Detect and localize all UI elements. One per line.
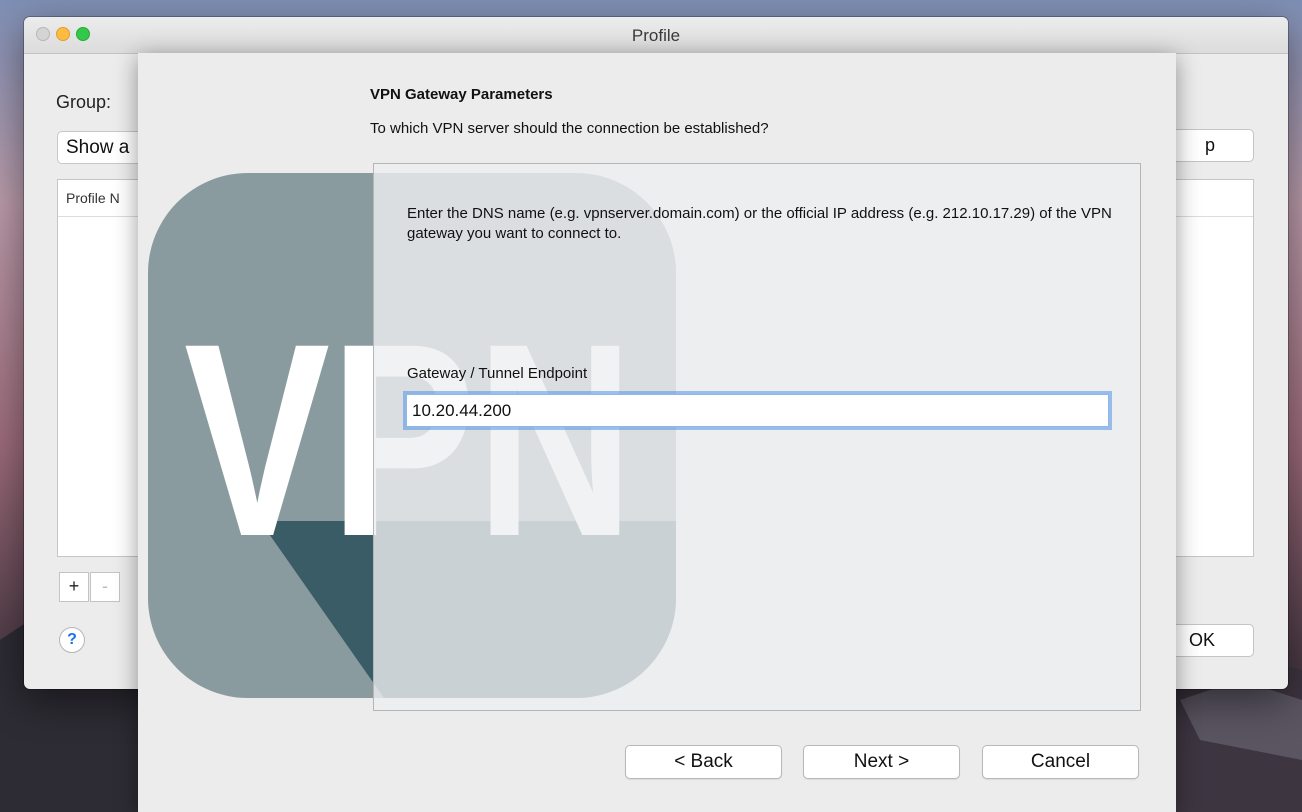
next-button[interactable]: Next > bbox=[803, 745, 960, 779]
ok-button[interactable]: OK bbox=[1172, 624, 1254, 657]
back-button[interactable]: < Back bbox=[625, 745, 782, 779]
gateway-panel: Enter the DNS name (e.g. vpnserver.domai… bbox=[373, 163, 1141, 711]
gateway-field-label: Gateway / Tunnel Endpoint bbox=[407, 365, 588, 382]
add-profile-button[interactable]: + bbox=[59, 572, 89, 602]
section-title: VPN Gateway Parameters bbox=[370, 86, 553, 103]
group-setup-button[interactable]: p bbox=[1172, 129, 1254, 162]
remove-profile-button[interactable]: - bbox=[90, 572, 120, 602]
window-title: Profile bbox=[631, 26, 681, 45]
cancel-button[interactable]: Cancel bbox=[982, 745, 1139, 779]
section-subtitle: To which VPN server should the connectio… bbox=[370, 120, 769, 137]
group-label: Group: bbox=[56, 92, 112, 112]
help-button[interactable]: ? bbox=[59, 627, 85, 653]
ok-button-label: OK bbox=[1189, 630, 1216, 650]
title-bar: Profile bbox=[24, 17, 1288, 54]
gateway-input[interactable] bbox=[406, 394, 1109, 427]
gateway-description: Enter the DNS name (e.g. vpnserver.domai… bbox=[407, 205, 1112, 242]
group-setup-button-label: p bbox=[1205, 135, 1216, 155]
vpn-wizard-sheet: VPN Gateway Parameters To which VPN serv… bbox=[138, 53, 1176, 812]
